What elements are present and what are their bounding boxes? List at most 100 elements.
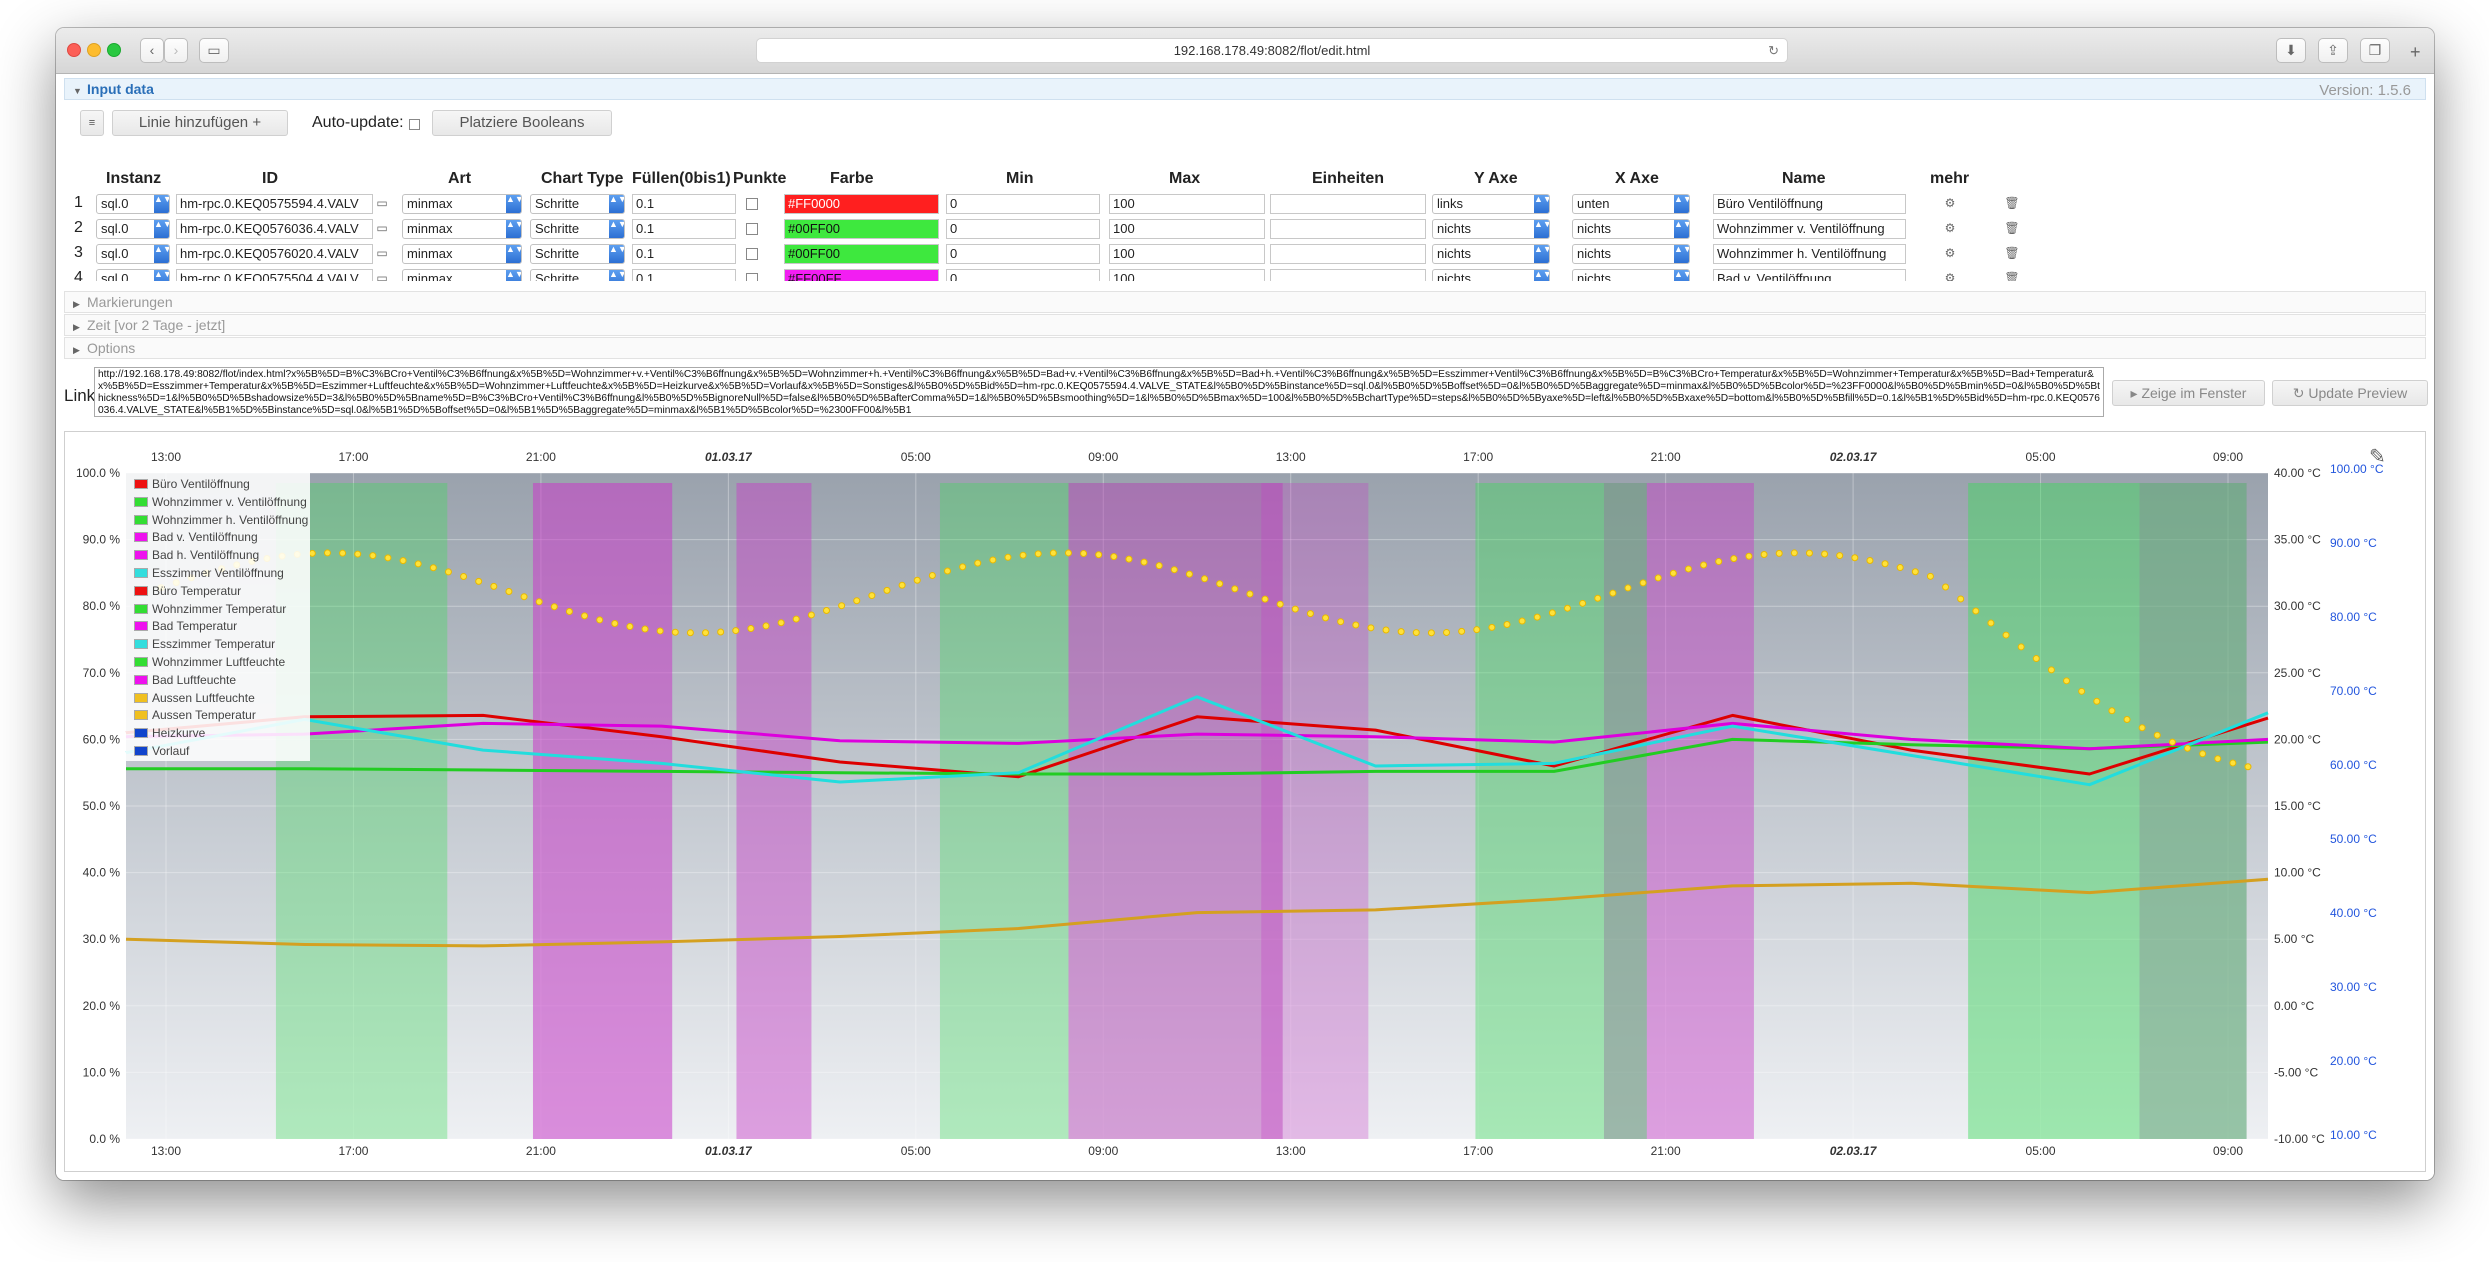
title-bar: ‹ › ▭ 192.168.178.49:8082/flot/edit.html…: [56, 28, 2434, 74]
legend-item[interactable]: Bad v. Ventilöffnung: [134, 529, 258, 546]
humidity-point: [868, 592, 876, 600]
legend-swatch: [134, 692, 148, 703]
humidity-point: [974, 559, 982, 567]
humidity-point: [883, 586, 891, 594]
legend-item[interactable]: Wohnzimmer Temperatur: [134, 601, 286, 618]
minimize-window-icon[interactable]: [87, 43, 101, 57]
humidity-point: [444, 568, 452, 576]
legend-swatch: [134, 728, 148, 739]
legend-item[interactable]: Wohnzimmer Luftfeuchte: [134, 654, 285, 671]
maximize-window-icon[interactable]: [107, 43, 121, 57]
humidity-point: [1110, 553, 1118, 561]
valve-block: [1068, 483, 1283, 1139]
humidity-point: [838, 602, 846, 610]
x-tick-label-bottom: 21:00: [526, 1144, 556, 1158]
humidity-point: [1775, 549, 1783, 557]
y-left-tick-label: 0.0 %: [89, 1132, 120, 1146]
legend-swatch: [134, 674, 148, 685]
y-right-tick-label: 5.00 °C: [2274, 932, 2314, 946]
humidity-point: [2002, 631, 2010, 639]
legend-swatch: [134, 603, 148, 614]
humidity-point: [762, 622, 770, 630]
x-tick-label-top: 21:00: [1651, 450, 1681, 464]
reload-icon[interactable]: ↻: [1768, 39, 1779, 63]
y-right2-tick-label: 60.00 °C: [2330, 758, 2377, 772]
address-bar[interactable]: 192.168.178.49:8082/flot/edit.html ↻: [756, 38, 1788, 63]
humidity-point: [1563, 604, 1571, 612]
humidity-point: [626, 623, 634, 631]
y-right-tick-label: 30.00 °C: [2274, 599, 2321, 613]
humidity-point: [1836, 552, 1844, 560]
url-text: 192.168.178.49:8082/flot/edit.html: [1173, 43, 1371, 58]
x-tick-label-bottom: 09:00: [2213, 1144, 2243, 1158]
humidity-point: [943, 567, 951, 575]
y-left-tick-label: 40.0 %: [83, 866, 121, 880]
legend-swatch: [134, 621, 148, 632]
x-tick-label-top: 05:00: [901, 450, 931, 464]
legend-item[interactable]: Esszimmer Ventilöffnung: [134, 565, 284, 582]
humidity-point: [1337, 618, 1345, 626]
legend-label: Esszimmer Temperatur: [152, 637, 276, 652]
legend-swatch: [134, 639, 148, 650]
y-left-tick-label: 50.0 %: [83, 799, 121, 813]
legend-item[interactable]: Heizkurve: [134, 725, 205, 742]
humidity-point: [686, 629, 694, 637]
legend-label: Heizkurve: [152, 726, 206, 741]
legend-item[interactable]: Aussen Luftfeuchte: [134, 690, 255, 707]
legend-item[interactable]: Esszimmer Temperatur: [134, 636, 275, 653]
sidebar-icon[interactable]: ▭: [199, 38, 229, 63]
humidity-point: [520, 593, 528, 601]
new-tab-icon[interactable]: +: [2410, 42, 2421, 63]
x-tick-label-bottom: 09:00: [1088, 1144, 1118, 1158]
humidity-point: [2063, 677, 2071, 685]
humidity-point: [807, 611, 815, 619]
forward-icon[interactable]: ›: [164, 38, 188, 63]
x-tick-label-top: 05:00: [2026, 450, 2056, 464]
humidity-point: [354, 550, 362, 558]
valve-block: [939, 483, 1069, 1139]
share-icon[interactable]: ⇪: [2318, 38, 2348, 63]
legend-item[interactable]: Bad Luftfeuchte: [134, 672, 236, 689]
humidity-point: [1745, 552, 1753, 560]
humidity-point: [641, 625, 649, 633]
legend-swatch: [134, 585, 148, 596]
legend-item[interactable]: Büro Ventilöffnung: [134, 476, 250, 493]
humidity-point: [2078, 687, 2086, 695]
legend-item[interactable]: Bad h. Ventilöffnung: [134, 547, 259, 564]
humidity-point: [1352, 621, 1360, 629]
humidity-point: [1790, 549, 1798, 557]
humidity-point: [989, 556, 997, 564]
humidity-point: [1382, 626, 1390, 634]
legend-item[interactable]: Büro Temperatur: [134, 583, 241, 600]
y-left-tick-label: 10.0 %: [83, 1065, 121, 1079]
close-window-icon[interactable]: [67, 43, 81, 57]
humidity-point: [1019, 551, 1027, 559]
legend-item[interactable]: Wohnzimmer h. Ventilöffnung: [134, 512, 308, 529]
x-tick-label-bottom: 21:00: [1651, 1144, 1681, 1158]
legend-label: Wohnzimmer v. Ventilöffnung: [152, 494, 307, 509]
humidity-point: [1987, 619, 1995, 627]
humidity-point: [611, 619, 619, 627]
x-tick-label-top: 13:00: [151, 450, 181, 464]
humidity-point: [1911, 568, 1919, 576]
legend-item[interactable]: Wohnzimmer v. Ventilöffnung: [134, 494, 307, 511]
y-left-tick-label: 30.0 %: [83, 932, 121, 946]
legend-item[interactable]: Vorlauf: [134, 743, 189, 760]
back-icon[interactable]: ‹: [140, 38, 164, 63]
legend-label: Bad Luftfeuchte: [152, 672, 237, 687]
downloads-icon[interactable]: ⬇: [2276, 38, 2306, 63]
x-tick-label-bottom: 13:00: [1276, 1144, 1306, 1158]
edit-pencil-icon[interactable]: ✎: [2369, 444, 2386, 469]
humidity-point: [747, 625, 755, 633]
legend-item[interactable]: Aussen Temperatur: [134, 707, 256, 724]
humidity-point: [1972, 607, 1980, 615]
humidity-point: [959, 563, 967, 571]
humidity-point: [369, 552, 377, 560]
y-left-tick-label: 80.0 %: [83, 599, 121, 613]
y-right2-tick-label: 30.00 °C: [2330, 980, 2377, 994]
tabs-icon[interactable]: ❐: [2360, 38, 2390, 63]
y-right2-tick-label: 50.00 °C: [2330, 832, 2377, 846]
legend-item[interactable]: Bad Temperatur: [134, 618, 237, 635]
humidity-point: [1322, 614, 1330, 622]
valve-block: [736, 483, 812, 1139]
